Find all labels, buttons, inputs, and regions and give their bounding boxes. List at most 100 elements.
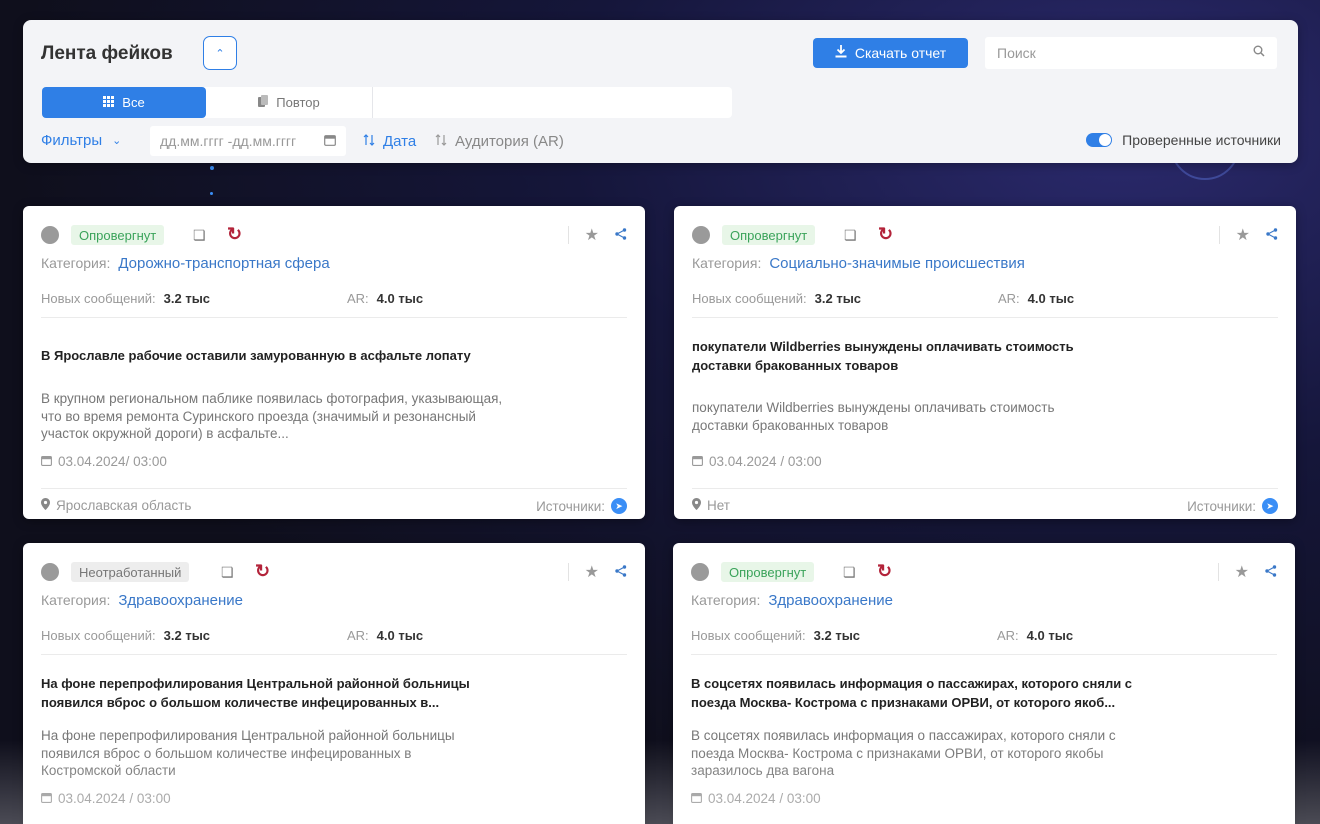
copy-icon[interactable]: ❏ (843, 564, 856, 581)
calendar-icon (41, 454, 52, 469)
tab-repeat-label: Повтор (276, 95, 320, 110)
calendar-icon (692, 454, 703, 469)
telegram-icon[interactable]: ➤ (1262, 498, 1278, 514)
stats-row: Новых сообщений: 3.2 тыс AR: 4.0 тыс (691, 628, 1279, 643)
telegram-icon[interactable]: ➤ (611, 498, 627, 514)
divider (692, 488, 1278, 489)
refresh-icon[interactable]: ↻ (255, 561, 270, 582)
card-description: На фоне перепрофилирования Центральной р… (41, 728, 455, 778)
tab-bar: Все Повтор (42, 87, 732, 118)
download-icon (835, 45, 847, 61)
download-report-button[interactable]: Скачать отчет (813, 38, 968, 68)
sort-audience-label: Аудитория (AR) (455, 133, 564, 150)
card-actions: ★ (567, 562, 627, 582)
share-icon[interactable] (1265, 564, 1277, 580)
fake-card[interactable]: Опровергнут ❏ ↻ ★ Категория: Здравоохране… (673, 543, 1295, 824)
fake-card[interactable]: Опровергнут ❏ ↻ ★ Категория: Дорожно-тран… (23, 206, 645, 519)
background-dot (210, 166, 214, 170)
verified-sources-toggle[interactable]: Проверенные источники (1086, 132, 1281, 148)
search-input[interactable] (997, 45, 1237, 61)
star-icon[interactable]: ★ (1235, 562, 1249, 582)
new-messages-label: Новых сообщений: (692, 291, 807, 306)
category-row: Категория: Здравоохранение (691, 592, 893, 609)
sources-label: Источники: (536, 498, 605, 514)
filters-dropdown[interactable]: Фильтры ⌄ (41, 132, 121, 149)
tab-repeat[interactable]: Повтор (206, 87, 373, 118)
divider (692, 317, 1278, 318)
category-link[interactable]: Социально-значимые происшествия (769, 255, 1025, 272)
toggle-switch[interactable] (1086, 133, 1113, 147)
card-description: покупатели Wildberries вынуждены оплачив… (692, 400, 1055, 433)
card-headline[interactable]: На фоне перепрофилирования Центральной р… (41, 674, 491, 712)
sort-by-audience[interactable]: Аудитория (AR) (435, 133, 564, 150)
card-region: Ярославская область (41, 498, 191, 513)
status-indicator (41, 563, 59, 581)
refresh-icon[interactable]: ↻ (878, 224, 893, 245)
share-icon[interactable] (615, 564, 627, 580)
status-badge: Опровергнут (71, 225, 165, 245)
download-label: Скачать отчет (854, 45, 947, 61)
fake-card[interactable]: Опровергнут ❏ ↻ ★ Категория: Социально-зн… (674, 206, 1296, 519)
sort-icon (435, 133, 447, 150)
calendar-icon[interactable] (324, 133, 336, 149)
region-text: Нет (707, 498, 730, 513)
card-description: В крупном региональном паблике появилась… (41, 391, 503, 441)
card-sources[interactable]: Источники: ➤ (1187, 498, 1278, 514)
card-region: Нет (692, 498, 730, 513)
card-headline[interactable]: В Ярославле рабочие оставили замурованну… (41, 346, 511, 365)
card-date-text: 03.04.2024/ 03:00 (58, 454, 167, 469)
divider (41, 654, 627, 655)
star-icon[interactable]: ★ (1236, 225, 1250, 245)
copy-icon[interactable]: ❏ (844, 227, 857, 244)
verified-sources-label: Проверенные источники (1122, 132, 1281, 148)
background-dot (210, 192, 213, 195)
search-icon[interactable] (1253, 44, 1265, 62)
grid-icon (103, 95, 115, 110)
card-date-text: 03.04.2024 / 03:00 (709, 454, 822, 469)
star-icon[interactable]: ★ (585, 225, 599, 245)
card-toolbar: Неотработанный ❏ ↻ ★ (41, 561, 627, 582)
share-icon[interactable] (615, 227, 627, 243)
card-sources[interactable]: Источники: ➤ (536, 498, 627, 514)
divider (1217, 563, 1219, 581)
copy-icon[interactable]: ❏ (221, 564, 234, 581)
refresh-icon[interactable]: ↻ (227, 224, 242, 245)
card-date: 03.04.2024 / 03:00 (692, 454, 822, 469)
collapse-button[interactable]: ⌃ (203, 36, 237, 70)
share-icon[interactable] (1266, 227, 1278, 243)
date-range-placeholder: дд.мм.гггг -дд.мм.гггг (160, 133, 297, 149)
star-icon[interactable]: ★ (585, 562, 599, 582)
ar-label: AR: (347, 291, 369, 306)
sort-date-label: Дата (383, 133, 417, 150)
new-messages-value: 3.2 тыс (814, 291, 862, 306)
ar-label: AR: (997, 628, 1019, 643)
refresh-icon[interactable]: ↻ (877, 561, 892, 582)
date-range-input[interactable]: дд.мм.гггг -дд.мм.гггг (150, 126, 346, 156)
fake-card[interactable]: Неотработанный ❏ ↻ ★ Категория: Здравоохр… (23, 543, 645, 824)
page-title: Лента фейков (41, 43, 173, 64)
search-box[interactable] (985, 37, 1277, 69)
tab-all[interactable]: Все (42, 87, 206, 118)
sort-by-date[interactable]: Дата (363, 133, 416, 150)
divider (41, 488, 627, 489)
card-actions: ★ (1218, 225, 1278, 245)
card-headline[interactable]: покупатели Wildberries вынуждены оплачив… (692, 337, 1112, 375)
ar-value: 4.0 тыс (1026, 628, 1074, 643)
category-label: Категория: (692, 255, 762, 271)
status-indicator (692, 226, 710, 244)
card-date: 03.04.2024 / 03:00 (691, 791, 821, 806)
divider (41, 317, 627, 318)
location-pin-icon (41, 498, 50, 513)
ar-value: 4.0 тыс (376, 291, 424, 306)
card-actions: ★ (567, 225, 627, 245)
status-badge: Опровергнут (721, 562, 815, 582)
copy-icon[interactable]: ❏ (193, 227, 206, 244)
sort-icon (363, 133, 375, 150)
category-link[interactable]: Дорожно-транспортная сфера (118, 255, 329, 272)
card-toolbar: Опровергнут ❏ ↻ ★ (692, 224, 1278, 245)
card-headline[interactable]: В соцсетях появилась информация о пассаж… (691, 674, 1151, 712)
category-link[interactable]: Здравоохранение (768, 592, 893, 609)
category-link[interactable]: Здравоохранение (118, 592, 243, 609)
card-date-text: 03.04.2024 / 03:00 (58, 791, 171, 806)
category-label: Категория: (41, 592, 111, 608)
